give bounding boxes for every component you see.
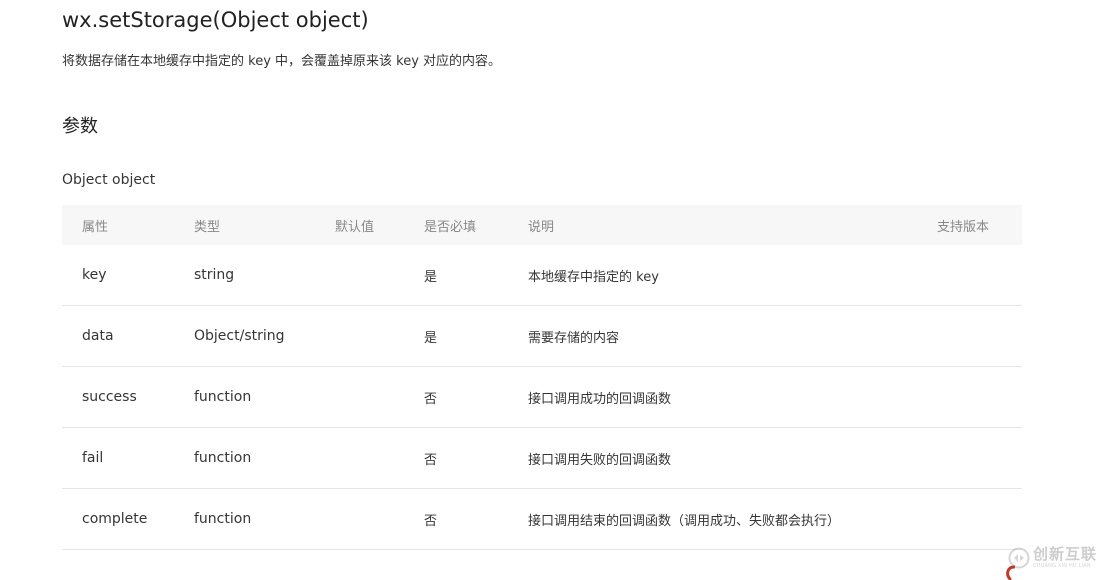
- cell-required: 是: [424, 305, 528, 367]
- cell-required: 否: [424, 488, 528, 550]
- column-header-default: 默认值: [335, 219, 375, 235]
- column-header-description: 说明: [528, 219, 555, 235]
- page-description: 将数据存储在本地缓存中指定的 key 中，会覆盖掉原来该 key 对应的内容。: [62, 54, 502, 69]
- watermark-subtitle: CHUANG XIN HU LIAN: [1033, 563, 1091, 569]
- cell-default: [335, 427, 424, 489]
- cell-type: Object/string: [194, 305, 335, 367]
- params-heading: 参数: [62, 116, 98, 137]
- table-row: fail function 否 接口调用失败的回调函数: [62, 427, 1022, 489]
- cell-description: 需要存储的内容: [528, 305, 937, 367]
- column-header-version: 支持版本: [937, 219, 990, 235]
- column-header-property: 属性: [82, 219, 109, 235]
- brand-swoosh-icon: [1006, 565, 1015, 580]
- cell-name: fail: [62, 427, 194, 489]
- cell-name: success: [62, 366, 194, 428]
- params-table: 属性 类型 默认值 是否必填 说明 支持版本 key string 是 本地缓存…: [62, 205, 1022, 550]
- params-table-header-row: 属性 类型 默认值 是否必填 说明 支持版本: [62, 205, 1022, 245]
- cell-description: 接口调用成功的回调函数: [528, 366, 937, 428]
- column-header-required: 是否必填: [424, 219, 477, 235]
- table-row: complete function 否 接口调用结束的回调函数（调用成功、失败都…: [62, 488, 1022, 550]
- watermark: 创新互联 CHUANG XIN HU LIAN: [1008, 536, 1111, 580]
- cell-type: function: [194, 366, 335, 428]
- cell-required: 是: [424, 245, 528, 306]
- cell-name: complete: [62, 488, 194, 550]
- table-row: data Object/string 是 需要存储的内容: [62, 305, 1022, 367]
- cell-description: 接口调用结束的回调函数（调用成功、失败都会执行）: [528, 488, 937, 550]
- page-title: wx.setStorage(Object object): [62, 8, 369, 32]
- cell-description: 接口调用失败的回调函数: [528, 427, 937, 489]
- table-row: success function 否 接口调用成功的回调函数: [62, 366, 1022, 428]
- cell-name: key: [62, 245, 194, 306]
- cell-version: [937, 427, 1022, 489]
- cell-version: [937, 245, 1022, 306]
- table-row: key string 是 本地缓存中指定的 key: [62, 245, 1022, 306]
- cell-name: data: [62, 305, 194, 367]
- cell-description: 本地缓存中指定的 key: [528, 245, 937, 306]
- column-header-type: 类型: [194, 219, 221, 235]
- cell-required: 否: [424, 366, 528, 428]
- watermark-brand: 创新互联: [1033, 545, 1098, 563]
- cell-type: function: [194, 427, 335, 489]
- params-table-header: 属性 类型 默认值 是否必填 说明 支持版本: [62, 205, 1022, 245]
- cell-default: [335, 366, 424, 428]
- cell-type: function: [194, 488, 335, 550]
- cell-default: [335, 245, 424, 306]
- cell-version: [937, 366, 1022, 428]
- cell-type: string: [194, 245, 335, 306]
- cell-version: [937, 305, 1022, 367]
- object-param-label: Object object: [62, 172, 156, 188]
- cell-required: 否: [424, 427, 528, 489]
- watermark-text: 创新互联 CHUANG XIN HU LIAN: [1033, 547, 1097, 569]
- cell-default: [335, 305, 424, 367]
- cell-default: [335, 488, 424, 550]
- params-table-body: key string 是 本地缓存中指定的 key data Object/st…: [62, 245, 1022, 550]
